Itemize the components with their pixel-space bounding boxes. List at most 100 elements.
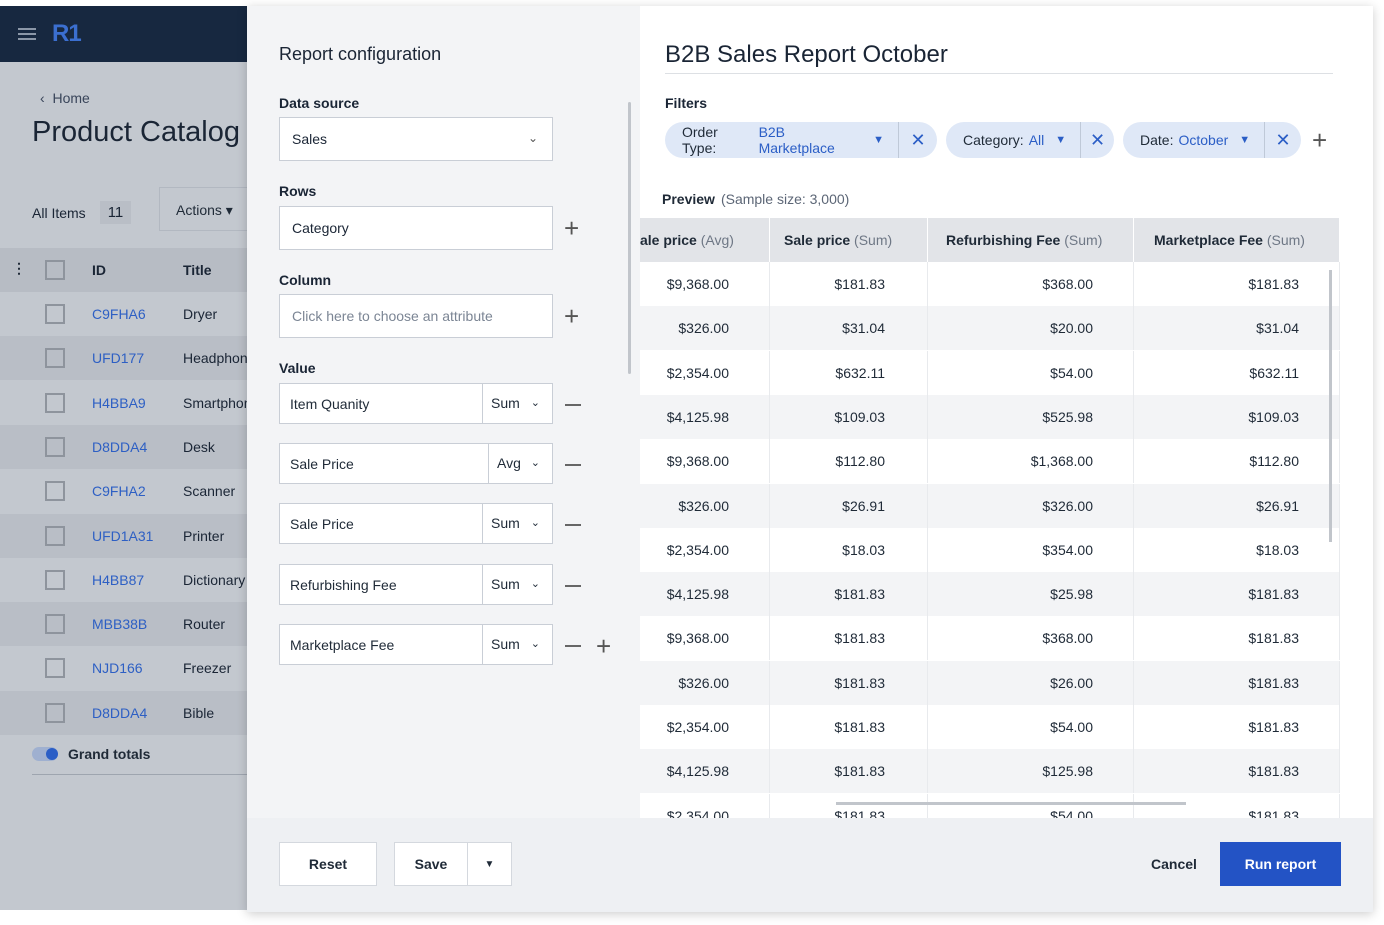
row-id-link[interactable]: MBB38B [92, 616, 147, 632]
row-checkbox[interactable] [45, 348, 65, 369]
value-field[interactable]: Item Quanity Sum ⌄ [279, 383, 553, 424]
column-input[interactable]: Click here to choose an attribute [279, 294, 553, 338]
row-id-link[interactable]: C9FHA2 [92, 483, 146, 499]
row-checkbox[interactable] [45, 436, 65, 457]
table-row[interactable]: NJD166 Freezer [0, 646, 260, 690]
remove-value-icon[interactable] [565, 464, 581, 467]
filter-chip[interactable]: Date: October ▼ ✕ [1123, 122, 1301, 158]
preview-cell: $31.04 [1134, 306, 1340, 351]
preview-row: $326.00 $26.91 $326.00 $26.91 [640, 483, 1340, 528]
row-id-link[interactable]: D8DDA4 [92, 705, 147, 721]
row-id-link[interactable]: C9FHA6 [92, 306, 146, 322]
remove-filter-icon[interactable]: ✕ [1081, 130, 1114, 151]
config-panel: Report configuration Data source Sales ⌄ … [247, 6, 640, 818]
all-items: All Items 11 [32, 201, 132, 224]
vertical-scrollbar[interactable] [1329, 270, 1332, 542]
table-row[interactable]: C9FHA2 Scanner [0, 469, 260, 513]
row-checkbox[interactable] [45, 525, 65, 546]
row-checkbox[interactable] [45, 569, 65, 590]
row-title: Router [183, 616, 226, 633]
aggregation-value: Avg [497, 455, 521, 472]
remove-value-icon[interactable] [565, 584, 581, 587]
column-placeholder: Click here to choose an attribute [292, 308, 493, 324]
row-checkbox[interactable] [45, 304, 65, 324]
table-row[interactable]: H4BB87 Dictionary [0, 558, 260, 602]
filter-chip[interactable]: Order Type: B2B Marketplace ▼ ✕ [665, 122, 937, 158]
more-icon[interactable]: ⋮ [12, 260, 26, 277]
preview-heading: Preview (Sample size: 3,000) [662, 191, 849, 207]
column-header[interactable]: Refurbishing Fee (Sum) [928, 218, 1134, 262]
column-header[interactable]: ale price (Avg) [640, 218, 770, 262]
table-row[interactable]: UFD177 Headphones [0, 336, 260, 381]
remove-filter-icon[interactable]: ✕ [1265, 130, 1301, 151]
remove-filter-icon[interactable]: ✕ [899, 130, 937, 151]
add-row-icon[interactable]: + [564, 215, 579, 241]
report-title[interactable]: B2B Sales Report October [665, 41, 1333, 74]
aggregation-select[interactable]: Avg ⌄ [488, 444, 552, 484]
row-id-link[interactable]: UFD177 [92, 350, 144, 366]
preview-row: $4,125.98 $181.83 $125.98 $181.83 [640, 749, 1340, 794]
row-checkbox[interactable] [45, 658, 65, 679]
row-id-link[interactable]: H4BBA9 [92, 395, 146, 411]
horizontal-scrollbar[interactable] [836, 802, 1186, 805]
remove-value-icon[interactable] [565, 644, 581, 647]
row-checkbox[interactable] [45, 614, 65, 635]
table-header: ⋮ ID Title [0, 248, 260, 292]
table-row[interactable]: UFD1A31 Printer [0, 513, 260, 558]
table-row[interactable]: H4BBA9 Smartphone [0, 381, 260, 425]
preview-cell: $54.00 [928, 705, 1134, 749]
row-id-link[interactable]: D8DDA4 [92, 439, 147, 455]
aggregation-select[interactable]: Sum ⌄ [482, 564, 552, 604]
filter-chip[interactable]: Category: All ▼ ✕ [946, 122, 1114, 158]
add-filter-icon[interactable]: + [1312, 127, 1327, 153]
column-header[interactable]: Sale price (Sum) [770, 218, 928, 262]
aggregation-select[interactable]: Sum ⌄ [482, 624, 552, 664]
value-field[interactable]: Sale Price Sum ⌄ [279, 503, 553, 545]
preview-cell: $9,368.00 [640, 616, 770, 661]
table-row[interactable]: D8DDA4 Bible [0, 690, 260, 735]
save-button[interactable]: Save [394, 842, 468, 886]
value-attribute: Sale Price [290, 456, 354, 473]
save-menu-chevron-icon[interactable]: ▼ [467, 842, 512, 886]
config-scrollbar[interactable] [628, 102, 631, 374]
rows-input[interactable]: Category [279, 206, 553, 250]
menu-icon[interactable] [18, 28, 36, 40]
table-row[interactable]: D8DDA4 Desk [0, 424, 260, 469]
filter-dropdown[interactable]: Order Type: B2B Marketplace ▼ [665, 122, 899, 158]
row-checkbox[interactable] [45, 481, 65, 502]
preview-cell: $354.00 [928, 527, 1134, 572]
value-field[interactable]: Refurbishing Fee Sum ⌄ [279, 563, 553, 605]
value-field[interactable]: Marketplace Fee Sum ⌄ [279, 623, 553, 665]
row-title: Bible [183, 704, 215, 721]
remove-value-icon[interactable] [565, 524, 581, 527]
row-id-link[interactable]: NJD166 [92, 660, 143, 676]
row-checkbox[interactable] [45, 702, 65, 723]
grand-totals-toggle[interactable] [32, 747, 58, 761]
table-row[interactable]: C9FHA6 Dryer [0, 292, 260, 336]
remove-value-icon[interactable] [565, 404, 581, 406]
filter-value: All [1028, 132, 1045, 148]
filter-dropdown[interactable]: Date: October ▼ [1123, 122, 1266, 158]
select-all-checkbox[interactable] [45, 260, 65, 280]
cancel-button[interactable]: Cancel [1137, 842, 1211, 886]
column-header[interactable]: Marketplace Fee (Sum) [1134, 218, 1340, 262]
add-column-icon[interactable]: + [564, 303, 579, 329]
breadcrumb-home[interactable]: ‹ Home [40, 90, 90, 106]
preview-cell: $181.83 [1134, 660, 1340, 705]
aggregation-select[interactable]: Sum ⌄ [482, 504, 552, 544]
value-field[interactable]: Sale Price Avg ⌄ [279, 443, 553, 485]
aggregation-select[interactable]: Sum ⌄ [482, 384, 552, 423]
data-source-select[interactable]: Sales ⌄ [279, 117, 553, 161]
table-row[interactable]: MBB38B Router [0, 602, 260, 647]
preview-cell: $181.83 [1134, 793, 1340, 818]
preview-cell: $2,354.00 [640, 350, 770, 395]
actions-button[interactable]: Actions ▾ [159, 187, 259, 231]
run-report-button[interactable]: Run report [1220, 842, 1341, 886]
row-checkbox[interactable] [45, 392, 65, 413]
row-id-link[interactable]: UFD1A31 [92, 528, 153, 544]
row-id-link[interactable]: H4BB87 [92, 572, 144, 588]
add-value-icon[interactable]: + [596, 633, 611, 659]
filter-dropdown[interactable]: Category: All ▼ [946, 122, 1082, 158]
reset-button[interactable]: Reset [279, 842, 377, 886]
preview-cell: $181.83 [770, 660, 928, 705]
